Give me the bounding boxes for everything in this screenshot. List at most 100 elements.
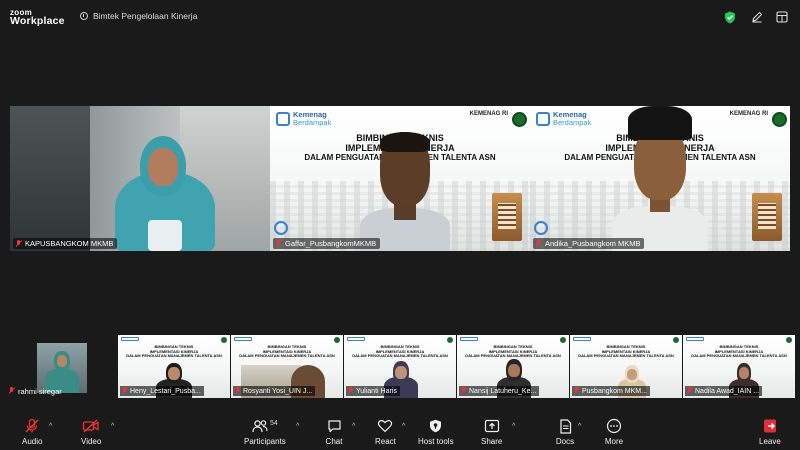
docs-label: Docs xyxy=(555,437,575,446)
zoom-workplace-logo: zoom Workplace xyxy=(10,8,65,26)
participant-name-label: Andika_Pusbangkom MKMB xyxy=(533,238,645,249)
chat-label: Chat xyxy=(325,437,343,446)
participant-name: Andika_Pusbangkom MKMB xyxy=(545,239,641,248)
participants-button[interactable]: 54 Participants xyxy=(244,417,286,447)
view-grid-icon[interactable] xyxy=(773,8,791,26)
thumbnail-tile[interactable]: BIMBINGAN TEKNIS IMPLEMENTASI KINERJA DALA… xyxy=(344,335,456,398)
meeting-title-text: Bimtek Pengelolaan Kinerja xyxy=(93,11,198,21)
more-label: More xyxy=(604,437,624,446)
participant-video-man xyxy=(360,132,450,251)
mini-title-line3: DALAM PENGUATAN MANAJEMEN TALENTA ASN xyxy=(578,353,674,359)
video-tile-gaffar[interactable]: KemenagBerdampak KEMENAG RI BIMBINGAN TE… xyxy=(270,106,530,251)
leave-label: Leave xyxy=(759,437,781,446)
react-label: React xyxy=(375,437,396,446)
mini-title-line3: DALAM PENGUATAN MANAJEMEN TALENTA ASN xyxy=(239,353,335,359)
muted-mic-icon xyxy=(234,387,241,395)
slide-org: KEMENAG RI xyxy=(469,111,508,117)
video-button[interactable]: Video xyxy=(81,417,101,446)
participant-name: Nansij Latuheru_Ke... xyxy=(469,387,537,395)
participant-name: KAPUSBANGKOM MKMB xyxy=(25,239,114,248)
top-bar: zoom Workplace Bimtek Pengelolaan Kinerj… xyxy=(0,0,800,34)
participant-name-label: Nadila Awad_IAIN ... xyxy=(685,386,763,396)
participant-name: Yulianti Haris xyxy=(356,387,397,395)
kemenag-logo: Kemenag Berdampak xyxy=(536,111,591,127)
ministry-seal-icon xyxy=(221,337,227,343)
more-button[interactable]: More xyxy=(604,417,624,446)
more-dots-icon xyxy=(604,417,624,435)
share-button[interactable]: Share xyxy=(481,417,502,446)
gear-icon xyxy=(534,221,548,235)
participants-count: 54 xyxy=(269,419,278,427)
share-label: Share xyxy=(481,437,503,446)
gear-icon xyxy=(274,221,288,235)
participant-name-label: Nansij Latuheru_Ke... xyxy=(459,386,540,396)
thumbnail-tile[interactable]: BIMBINGAN TEKNIS IMPLEMENTASI KINERJA DALA… xyxy=(570,335,682,398)
participant-name: Nadila Awad_IAIN ... xyxy=(695,387,760,395)
mini-title-line3: DALAM PENGUATAN MANAJEMEN TALENTA ASN xyxy=(691,353,787,359)
participant-name-label: Pusbangkom MKM... xyxy=(572,386,650,396)
kemenag-logo: Kemenag Berdampak xyxy=(276,111,331,127)
participant-name: Rosyanti Yosi_UIN J... xyxy=(243,387,313,395)
mini-logo xyxy=(121,337,139,341)
muted-mic-icon xyxy=(275,239,282,248)
mini-logo xyxy=(573,337,591,341)
info-icon[interactable] xyxy=(80,12,88,20)
chat-button[interactable]: Chat xyxy=(324,417,344,446)
leave-button[interactable]: Leave xyxy=(759,417,781,446)
thumbnail-tile[interactable]: BIMBINGAN TEKNIS IMPLEMENTASI KINERJA DALA… xyxy=(683,335,795,398)
host-tools-button[interactable]: Host tools xyxy=(418,417,454,446)
ministry-seal-icon xyxy=(512,112,527,127)
video-label: Video xyxy=(81,437,102,446)
logo-line2: Workplace xyxy=(10,15,65,27)
mini-slide-title: BIMBINGAN TEKNIS IMPLEMENTASI KINERJA DALA… xyxy=(118,344,230,359)
thumbnail-tile[interactable]: BIMBINGAN TEKNIS IMPLEMENTASI KINERJA DALA… xyxy=(118,335,230,398)
react-button[interactable]: React xyxy=(375,417,396,446)
self-name-label: rahmi siregar xyxy=(8,386,62,396)
muted-mic-icon xyxy=(8,387,15,395)
chat-bubble-icon xyxy=(324,417,344,435)
docs-button[interactable]: Docs xyxy=(555,417,575,446)
muted-mic-icon xyxy=(460,387,467,395)
chat-options-chevron-icon[interactable]: ^ xyxy=(352,423,355,430)
audio-label: Audio xyxy=(22,437,43,446)
participants-options-chevron-icon[interactable]: ^ xyxy=(296,423,299,430)
slide-org-header: KEMENAG RI xyxy=(730,111,768,117)
participant-name: Heny_Lestari_Pusba... xyxy=(130,387,201,395)
muted-mic-icon xyxy=(573,387,580,395)
participants-label: Participants xyxy=(244,437,286,446)
thumbnail-tile[interactable]: BIMBINGAN TEKNIS IMPLEMENTASI KINERJA DALA… xyxy=(231,335,343,398)
participant-name-label: Rosyanti Yosi_UIN J... xyxy=(233,386,316,396)
audio-options-chevron-icon[interactable]: ^ xyxy=(49,423,52,430)
share-options-chevron-icon[interactable]: ^ xyxy=(512,423,515,430)
participant-name-label: Heny_Lestari_Pusba... xyxy=(120,386,204,396)
ministry-seal-icon xyxy=(786,337,792,343)
mini-logo xyxy=(234,337,252,341)
thumbnail-tile[interactable]: BIMBINGAN TEKNIS IMPLEMENTASI KINERJA DALA… xyxy=(457,335,569,398)
muted-mic-icon xyxy=(535,239,542,248)
annotate-pencil-icon[interactable] xyxy=(748,8,766,26)
mini-title-line3: DALAM PENGUATAN MANAJEMEN TALENTA ASN xyxy=(126,353,222,359)
muted-mic-icon xyxy=(347,387,354,395)
mini-logo xyxy=(460,337,478,341)
react-options-chevron-icon[interactable]: ^ xyxy=(402,423,405,430)
mini-logo xyxy=(347,337,365,341)
share-screen-icon xyxy=(482,417,502,435)
participant-name: Gaffar_PusbangkomMKMB xyxy=(285,239,377,248)
brand-b: Berdampak xyxy=(553,118,592,127)
participant-name: rahmi siregar xyxy=(18,386,62,396)
ministry-seal-icon xyxy=(673,337,679,343)
heart-react-icon xyxy=(375,417,395,435)
meeting-title[interactable]: Bimtek Pengelolaan Kinerja xyxy=(80,11,197,21)
video-options-chevron-icon[interactable]: ^ xyxy=(111,423,114,430)
leave-exit-icon xyxy=(760,417,780,435)
docs-options-chevron-icon[interactable]: ^ xyxy=(578,423,581,430)
mini-logo xyxy=(686,337,704,341)
muted-mic-icon xyxy=(121,387,128,395)
audio-button[interactable]: Audio xyxy=(22,417,42,446)
mini-slide-title: BIMBINGAN TEKNIS IMPLEMENTASI KINERJA DALA… xyxy=(683,344,795,359)
video-tile-andika-active-speaker[interactable]: KemenagBerdampak KEMENAG RI BIMBINGAN TE… xyxy=(530,106,790,251)
background-wall xyxy=(10,106,90,251)
security-shield-icon[interactable] xyxy=(721,8,739,26)
participants-icon: 54 xyxy=(245,417,285,435)
video-tile-kapusbangkom[interactable]: KAPUSBANGKOM MKMB xyxy=(10,106,270,251)
